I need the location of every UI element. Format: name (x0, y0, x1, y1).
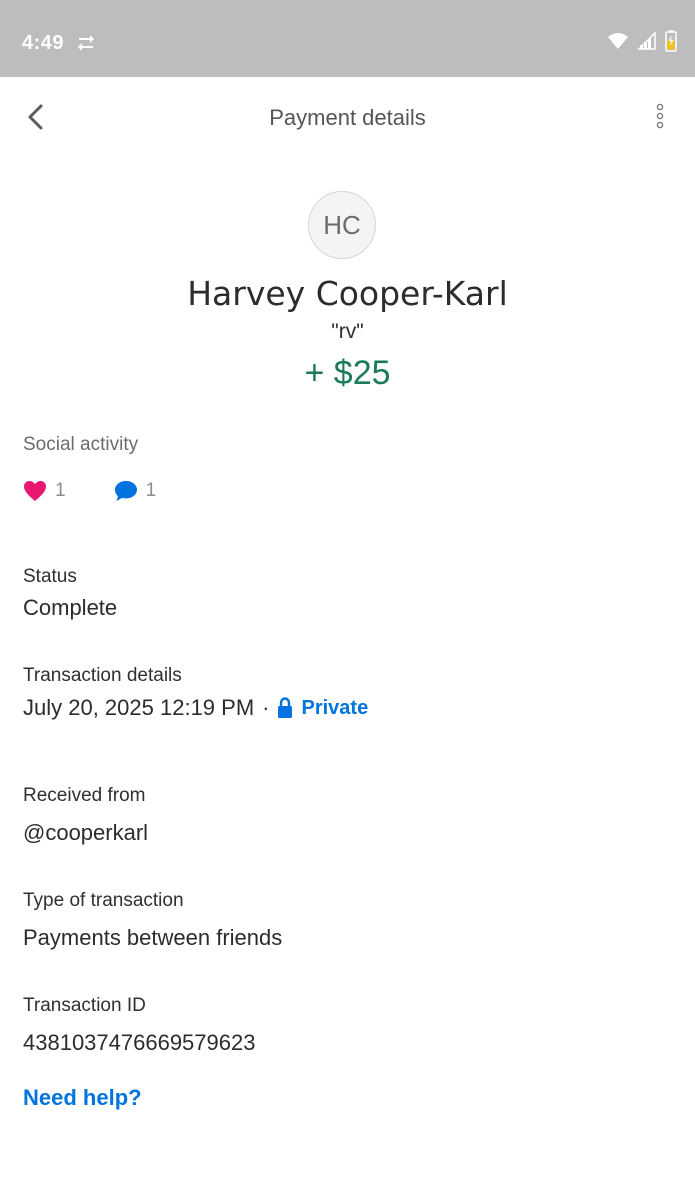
battery-charging-icon (665, 29, 677, 57)
like-count: 1 (55, 480, 66, 501)
comment-count: 1 (145, 480, 157, 501)
cell-signal-icon (637, 30, 657, 55)
received-from-label: Received from (23, 785, 146, 806)
payment-note: "rv" (331, 320, 364, 343)
social-activity-label: Social activity (23, 434, 139, 455)
social-activity-row: 1 1 (23, 480, 156, 502)
heart-icon (24, 481, 46, 501)
status-icons (607, 29, 677, 57)
transaction-details-label: Transaction details (23, 665, 182, 686)
payer-name[interactable]: Harvey Cooper-Karl (0, 274, 695, 313)
avatar[interactable]: HC (308, 191, 376, 259)
wifi-icon (607, 32, 629, 55)
payment-amount: + $25 (304, 354, 391, 392)
sync-icon (74, 31, 98, 55)
transaction-date: July 20, 2025 12:19 PM (23, 695, 255, 720)
status-label: Status (23, 566, 77, 587)
transaction-id-value: 4381037476669579623 (23, 1030, 256, 1055)
received-from-value[interactable]: @cooperkarl (23, 820, 148, 846)
more-options-button[interactable] (645, 101, 675, 131)
comment-button[interactable]: 1 (114, 480, 157, 502)
separator-dot: · (262, 695, 270, 720)
transaction-type-value: Payments between friends (23, 925, 283, 950)
transaction-type-label: Type of transaction (23, 890, 184, 911)
status-value: Complete (23, 595, 118, 620)
like-button[interactable]: 1 (23, 480, 66, 502)
lock-icon (278, 697, 293, 718)
status-time: 4:49 (22, 32, 65, 54)
app-bar: Payment details (0, 77, 695, 159)
privacy-setting[interactable]: Private (277, 697, 368, 720)
need-help-link[interactable]: Need help? (23, 1085, 142, 1111)
more-vertical-icon (656, 103, 664, 129)
status-bar: 4:49 (0, 0, 695, 77)
transaction-id-label: Transaction ID (23, 995, 146, 1016)
privacy-label: Private (301, 696, 369, 719)
comment-icon (114, 481, 137, 501)
transaction-details-row: July 20, 2025 12:19 PM · Private (23, 695, 368, 721)
page-title: Payment details (269, 105, 426, 130)
